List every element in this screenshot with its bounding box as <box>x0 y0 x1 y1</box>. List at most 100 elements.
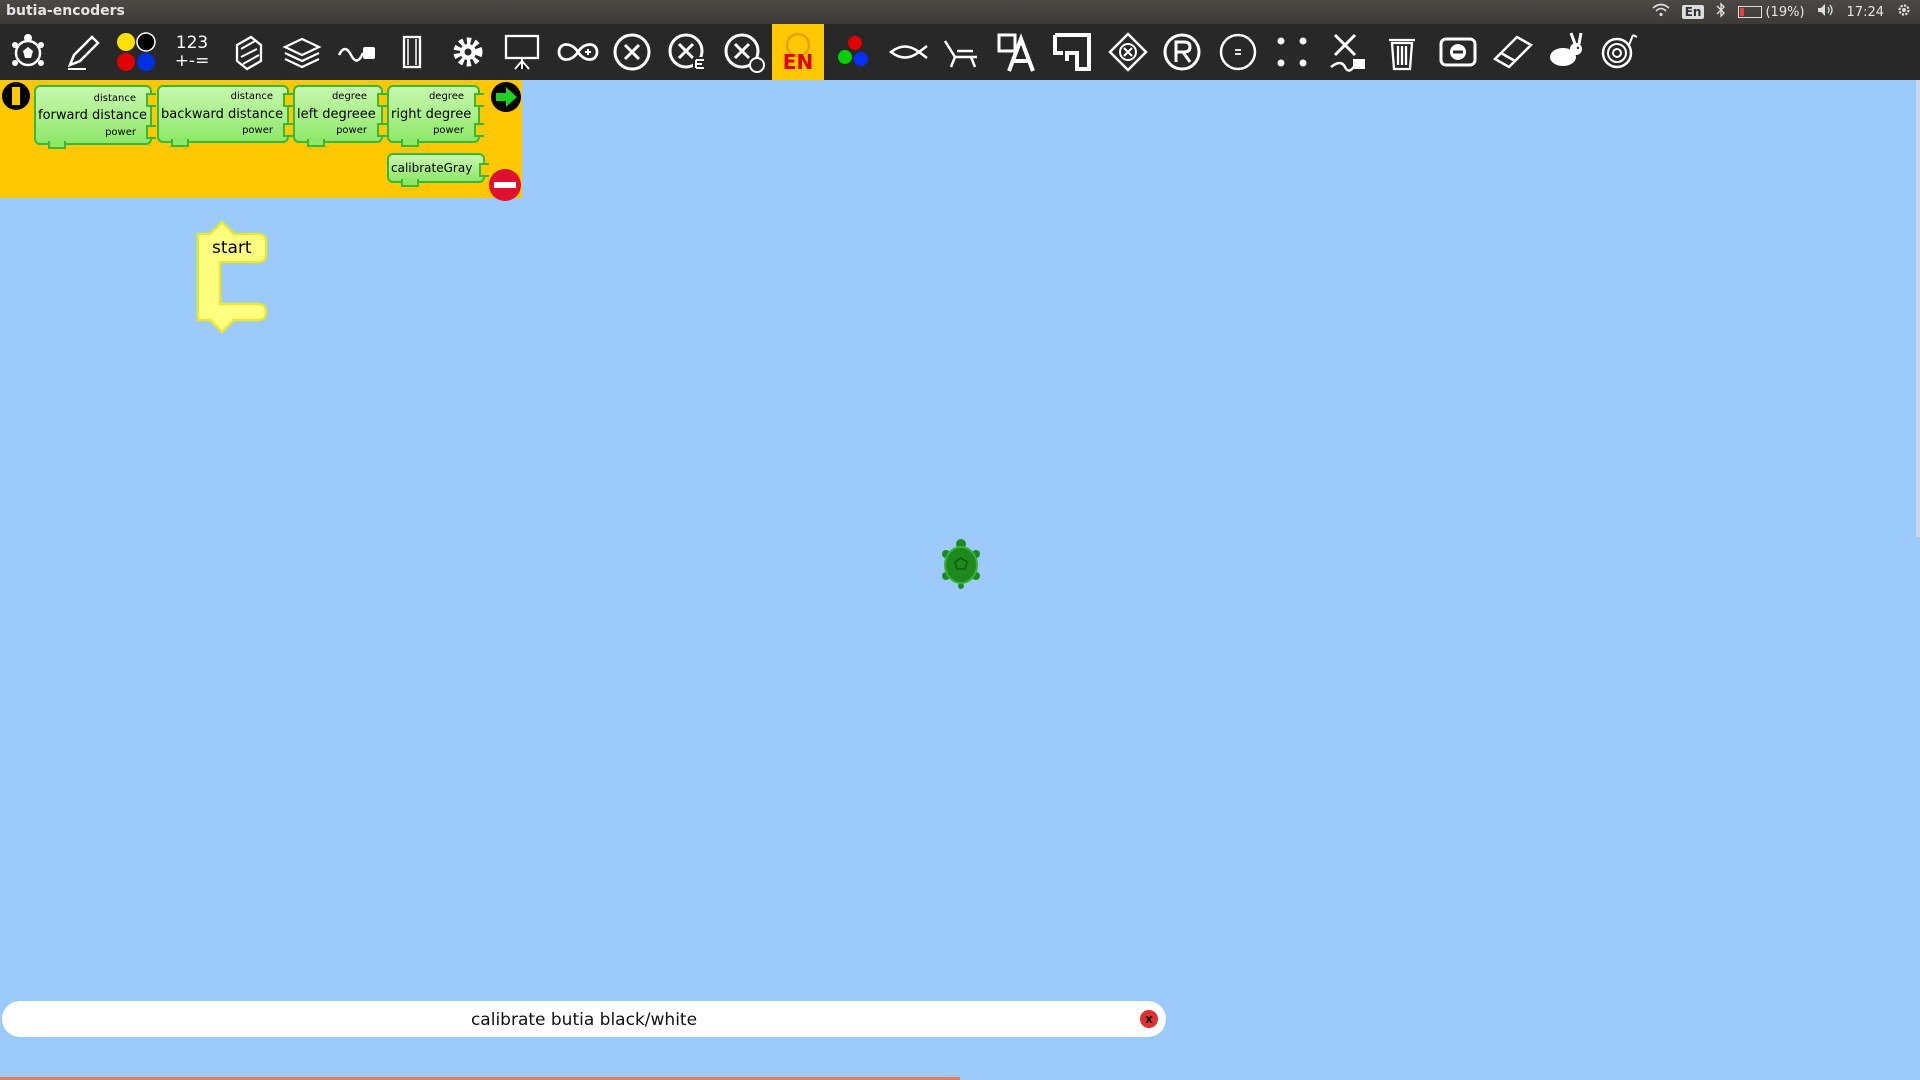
system-tray: En (19%) 17:24 <box>1652 0 1912 24</box>
fish-icon <box>888 45 928 59</box>
flow-palette-button[interactable] <box>222 24 274 80</box>
language-en-icon: EN <box>783 32 813 73</box>
block-label: right degree <box>391 107 472 122</box>
sensor-plug-icon <box>337 47 375 62</box>
clock[interactable]: 17:24 <box>1847 5 1884 20</box>
battery-indicator[interactable]: (19%) <box>1738 5 1805 20</box>
turtle-icon <box>12 34 44 67</box>
keyboard-layout-indicator[interactable]: En <box>1681 5 1705 19</box>
battery-icon <box>1738 6 1763 18</box>
language-palette-button[interactable]: EN <box>772 24 824 80</box>
status-bar: calibrate butia black/white x <box>2 1001 1166 1037</box>
trash-button[interactable] <box>1376 24 1428 80</box>
rgb-dots-icon <box>838 36 868 66</box>
minus-circle-icon <box>489 169 521 201</box>
block-tab <box>307 139 325 147</box>
block-tab <box>401 179 419 187</box>
butia-palette-button[interactable] <box>606 24 658 80</box>
butia-encoders-palette-button[interactable] <box>662 24 714 80</box>
turtle-palette-button[interactable] <box>2 24 54 80</box>
snail-icon <box>1601 34 1638 69</box>
pen-palette-button[interactable] <box>57 24 109 80</box>
block-socket <box>474 93 484 107</box>
flow-loop-icon <box>235 35 263 71</box>
text-palette-button[interactable] <box>990 24 1042 80</box>
orientation-bar-icon <box>12 87 20 105</box>
disconnect-button[interactable] <box>1322 24 1374 80</box>
palette-hide-button[interactable] <box>488 168 522 202</box>
block-socket <box>377 123 387 137</box>
dots-palette-button[interactable] <box>1266 24 1318 80</box>
butia-encoder-icon <box>668 33 707 71</box>
status-message: calibrate butia black/white <box>470 1010 698 1030</box>
volume-icon[interactable] <box>1817 3 1835 21</box>
pen-icon <box>67 35 100 70</box>
eraser-icon <box>1492 35 1533 69</box>
block-arg-label: degree <box>428 91 464 102</box>
block-label: left degreee <box>297 107 376 122</box>
butia-x-icon <box>613 33 651 71</box>
four-dots-icon <box>1277 37 1307 67</box>
minus-box-icon <box>1439 37 1477 67</box>
gear-icon <box>453 37 483 67</box>
forward-distance-block[interactable]: forward distance distance power <box>34 85 156 149</box>
color-dots-icon <box>117 32 156 71</box>
block-arg-label: power <box>433 125 464 136</box>
block-socket <box>377 93 387 107</box>
block-socket <box>474 123 484 137</box>
turtleart-toolbar: 123 +-= EN <box>0 24 1920 80</box>
settings-gear-icon[interactable] <box>1896 2 1912 22</box>
start-block-label: start <box>212 238 252 258</box>
unplug-x-icon <box>1330 33 1365 72</box>
equal-palette-button[interactable] <box>1212 24 1264 80</box>
registered-palette-button[interactable] <box>1156 24 1208 80</box>
media-palette-button[interactable] <box>386 24 438 80</box>
calibrate-gray-block[interactable]: calibrateGray <box>387 153 489 187</box>
canvas-scrollbar[interactable] <box>1916 80 1920 537</box>
block-arg-label: power <box>336 125 367 136</box>
arduino-palette-button[interactable] <box>552 24 604 80</box>
rgb-palette-button[interactable] <box>826 24 878 80</box>
block-socket <box>283 123 293 137</box>
system-top-bar: butia-encoders En (19%) 17:24 <box>0 0 1920 24</box>
numbers-icon: 123 +-= <box>175 34 210 70</box>
block-label: forward distance <box>38 108 148 123</box>
sensors-palette-button[interactable] <box>332 24 384 80</box>
left-degree-block[interactable]: left degreee degree power <box>293 85 387 147</box>
palette-next-button[interactable] <box>490 81 522 113</box>
text-a-icon <box>997 33 1035 72</box>
block-palette: forward distance distance power backward… <box>0 80 522 201</box>
block-arg-label: power <box>242 125 273 136</box>
fish-palette-button[interactable] <box>882 24 934 80</box>
right-degree-block[interactable]: right degree degree power <box>387 85 484 147</box>
numbers-palette-button[interactable]: 123 +-= <box>166 24 218 80</box>
block-arg-label: distance <box>230 91 273 102</box>
butia-extra-palette-button[interactable] <box>718 24 770 80</box>
bluetooth-icon[interactable] <box>1716 2 1726 22</box>
run-fast-button[interactable] <box>1540 24 1592 80</box>
block-arg-label: power <box>105 127 136 138</box>
extras-palette-button[interactable] <box>442 24 494 80</box>
block-tab <box>401 139 419 147</box>
colors-palette-button[interactable] <box>110 24 162 80</box>
infinity-icon <box>557 43 599 61</box>
run-slow-button[interactable] <box>1594 24 1646 80</box>
blocks-palette-button[interactable] <box>276 24 328 80</box>
language-label: EN <box>783 50 813 73</box>
next-arrow-icon <box>491 82 521 112</box>
film-strip-icon <box>402 35 422 69</box>
palette-orientation-button[interactable] <box>2 82 30 110</box>
presentation-board-icon <box>504 34 540 70</box>
turtle-icon <box>942 539 980 589</box>
backward-distance-block[interactable]: backward distance distance power <box>157 85 293 147</box>
start-block[interactable]: start <box>196 220 270 340</box>
turtle-sprite[interactable] <box>940 538 982 594</box>
clear-button[interactable] <box>1486 24 1538 80</box>
wifi-icon[interactable] <box>1652 3 1670 21</box>
close-status-button[interactable]: x <box>1140 1010 1158 1028</box>
presentation-palette-button[interactable] <box>496 24 548 80</box>
hide-blocks-button[interactable] <box>1432 24 1484 80</box>
chair-palette-button[interactable] <box>936 24 988 80</box>
diamond-palette-button[interactable] <box>1102 24 1154 80</box>
maze-palette-button[interactable] <box>1046 24 1098 80</box>
